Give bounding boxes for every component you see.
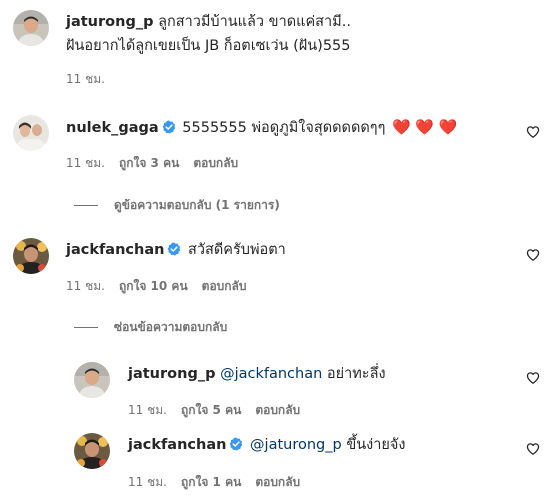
divider-line	[74, 205, 98, 206]
verified-badge-icon	[162, 120, 176, 134]
like-heart-icon[interactable]	[526, 125, 540, 139]
hide-replies-button[interactable]: ซ่อนข้อความตอบกลับ	[74, 319, 227, 335]
username[interactable]: nulek_gaga	[66, 120, 159, 136]
avatar[interactable]	[13, 238, 49, 274]
username[interactable]: jaturong_p	[66, 14, 153, 30]
mention-link[interactable]: @jackfanchan	[220, 366, 322, 382]
comment-text: อย่าทะลึ่ง	[326, 366, 386, 382]
mention-link[interactable]: @jaturong_p	[250, 437, 342, 453]
likes-count[interactable]: ถูกใจ 1 คน	[181, 475, 241, 489]
reply-button[interactable]: ตอบกลับ	[255, 475, 300, 489]
username[interactable]: jackfanchan	[128, 437, 226, 453]
verified-badge-icon	[229, 437, 243, 451]
like-heart-icon[interactable]	[526, 248, 540, 262]
username[interactable]: jackfanchan	[66, 242, 164, 258]
avatar[interactable]	[13, 10, 49, 46]
likes-count[interactable]: ถูกใจ 5 คน	[181, 403, 241, 417]
comment-text: 5555555 พ่อดูภูมิใจสุดดดดดๆๆ	[182, 120, 386, 136]
avatar[interactable]	[74, 433, 110, 469]
like-heart-icon[interactable]	[526, 371, 540, 385]
likes-count[interactable]: ถูกใจ 3 คน	[119, 156, 179, 170]
comment-time[interactable]: 11 ชม.	[66, 72, 105, 86]
comment-time[interactable]: 11 ชม.	[128, 475, 167, 489]
likes-count[interactable]: ถูกใจ 10 คน	[119, 279, 188, 293]
username[interactable]: jaturong_p	[128, 366, 215, 382]
comment-text: ลูกสาวมีบ้านแล้ว ขาดแค่สามี..	[158, 14, 351, 30]
view-replies-label: ดูข้อความตอบกลับ (1 รายการ)	[114, 198, 280, 212]
comment-text-continued: ฝันอยากได้ลูกเขยเป็น JB ก็อตเซเว่น (ฝัน)…	[66, 38, 351, 54]
comment-time[interactable]: 11 ชม.	[128, 403, 167, 417]
reply-button[interactable]: ตอบกลับ	[255, 403, 300, 417]
reply-button[interactable]: ตอบกลับ	[202, 279, 247, 293]
divider-line	[74, 327, 98, 328]
comment-time[interactable]: 11 ชม.	[66, 279, 105, 293]
like-heart-icon[interactable]	[526, 442, 540, 456]
verified-badge-icon	[167, 242, 181, 256]
view-replies-button[interactable]: ดูข้อความตอบกลับ (1 รายการ)	[74, 197, 280, 213]
comment-time[interactable]: 11 ชม.	[66, 156, 105, 170]
reply-button[interactable]: ตอบกลับ	[193, 156, 238, 170]
heart-emojis: ❤️ ❤️ ❤️	[391, 118, 458, 136]
avatar[interactable]	[13, 115, 49, 151]
hide-replies-label: ซ่อนข้อความตอบกลับ	[114, 320, 228, 334]
comment-text: สวัสดีครับพ่อตา	[188, 242, 286, 258]
comment-text: ขึ้นง่ายจัง	[346, 437, 406, 453]
avatar[interactable]	[74, 362, 110, 398]
